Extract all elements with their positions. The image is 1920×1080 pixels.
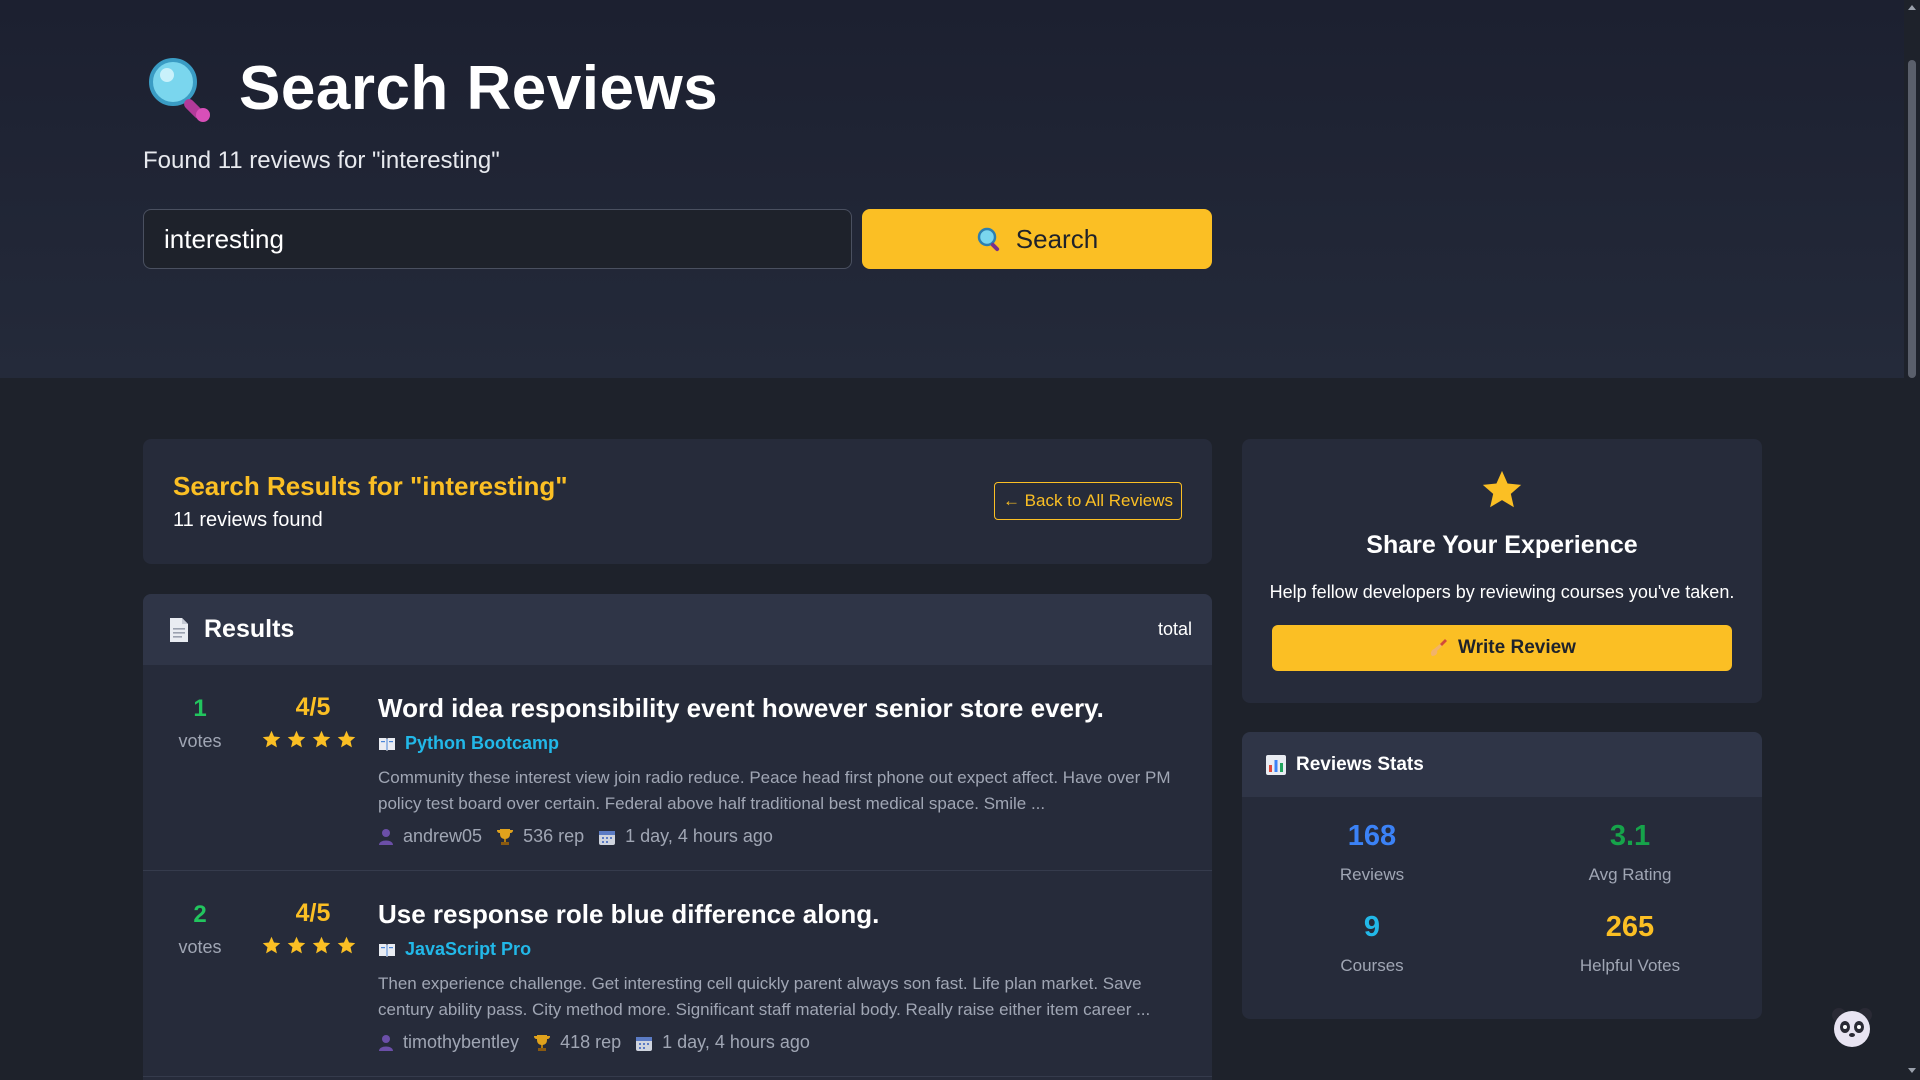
page-subtitle: Found 11 reviews for "interesting" bbox=[143, 147, 500, 174]
results-card-title: Results bbox=[204, 615, 295, 643]
review-votes-label: votes bbox=[178, 731, 222, 751]
stats-title: Reviews Stats bbox=[1296, 753, 1424, 775]
review-item[interactable]: 1 votes 4/5 Word idea responsibility eve… bbox=[143, 665, 1212, 871]
review-meta: timothybentley 418 rep 1 day, 4 hours ag… bbox=[378, 1032, 824, 1053]
magnifier-icon bbox=[149, 58, 210, 122]
scroll-up-arrow-icon[interactable] bbox=[1908, 4, 1916, 12]
share-experience-card: Share Your Experience Help fellow develo… bbox=[1242, 439, 1762, 703]
review-author[interactable]: timothybentley bbox=[403, 1032, 519, 1053]
document-icon bbox=[170, 617, 188, 642]
panda-icon[interactable] bbox=[1830, 1005, 1874, 1049]
review-item[interactable]: 2 votes 4/5 Use response role blue diffe… bbox=[143, 871, 1212, 1077]
stat-avg-rating: 3.1 Avg Rating bbox=[1500, 820, 1760, 885]
results-header-card: Search Results for "interesting" 11 revi… bbox=[143, 439, 1212, 564]
book-icon bbox=[379, 737, 395, 751]
review-time: 1 day, 4 hours ago bbox=[625, 826, 773, 846]
star-icon bbox=[312, 730, 331, 748]
page-title: Search Reviews bbox=[239, 53, 719, 123]
scrollbar-thumb[interactable] bbox=[1908, 60, 1916, 378]
stats-header: Reviews Stats bbox=[1242, 732, 1762, 797]
bar-chart-icon bbox=[1266, 754, 1286, 775]
review-excerpt: Then experience challenge. Get interesti… bbox=[378, 974, 1151, 1019]
hero-section: Search Reviews Found 11 reviews for "int… bbox=[0, 0, 1904, 378]
review-votes-count: 2 bbox=[193, 901, 207, 928]
review-excerpt: Community these interest view join radio… bbox=[378, 768, 1171, 813]
results-title: Search Results for "interesting" bbox=[173, 471, 568, 501]
share-text: Help fellow developers by reviewing cour… bbox=[1269, 582, 1735, 602]
review-time: 1 day, 4 hours ago bbox=[662, 1032, 810, 1052]
search-button-label: Search bbox=[1015, 223, 1099, 254]
share-title: Share Your Experience bbox=[1366, 531, 1638, 559]
trophy-icon bbox=[534, 1034, 551, 1051]
results-count: 11 reviews found bbox=[173, 509, 323, 531]
stat-helpful-votes: 265 Helpful Votes bbox=[1500, 911, 1760, 976]
stat-value: 265 bbox=[1605, 911, 1655, 943]
results-card: Results total 1 votes 4/5 Word idea resp… bbox=[143, 594, 1212, 1080]
calendar-icon bbox=[636, 1036, 653, 1051]
review-votes-count: 1 bbox=[193, 695, 207, 722]
user-icon bbox=[379, 828, 393, 845]
stat-label: Reviews bbox=[1339, 865, 1405, 884]
review-course-link[interactable]: Python Bootcamp bbox=[378, 733, 559, 754]
back-to-all-reviews-button[interactable]: ← Back to All Reviews bbox=[993, 482, 1182, 520]
stat-label: Helpful Votes bbox=[1579, 956, 1681, 975]
star-icon bbox=[337, 936, 356, 954]
review-author-rep: 536 rep bbox=[523, 826, 585, 846]
star-icon bbox=[1482, 470, 1522, 508]
review-course-link[interactable]: JavaScript Pro bbox=[378, 939, 531, 960]
review-meta: andrew05 536 rep 1 day, 4 hours ago bbox=[378, 826, 787, 847]
user-icon bbox=[379, 1034, 393, 1051]
stat-courses: 9 Courses bbox=[1242, 911, 1502, 976]
review-author[interactable]: andrew05 bbox=[403, 826, 482, 847]
results-card-header: Results total bbox=[143, 594, 1212, 665]
stat-label: Courses bbox=[1340, 956, 1404, 975]
search-input[interactable] bbox=[143, 209, 852, 269]
review-title-link[interactable]: Use response role blue difference along. bbox=[378, 899, 879, 930]
review-course-name: JavaScript Pro bbox=[405, 939, 532, 959]
star-icon bbox=[312, 936, 331, 954]
review-rating: 4/5 bbox=[295, 899, 331, 927]
hero-title-row: Search Reviews bbox=[143, 52, 718, 124]
star-icon bbox=[287, 936, 306, 954]
stat-value: 9 bbox=[1363, 911, 1381, 943]
scroll-down-arrow-icon[interactable] bbox=[1908, 1066, 1916, 1074]
stat-value: 3.1 bbox=[1609, 820, 1651, 852]
book-icon bbox=[379, 943, 395, 957]
reviews-stats-card: Reviews Stats 168 Reviews 3.1 Avg Rating… bbox=[1242, 732, 1762, 1019]
search-button[interactable]: Search bbox=[862, 209, 1212, 269]
writing-hand-icon bbox=[1430, 639, 1448, 656]
star-icon bbox=[262, 936, 281, 954]
write-review-label: Write Review bbox=[1458, 637, 1576, 658]
stat-reviews: 168 Reviews bbox=[1242, 820, 1502, 885]
stat-label: Avg Rating bbox=[1588, 865, 1672, 884]
write-review-button[interactable]: Write Review bbox=[1272, 625, 1732, 671]
star-icon bbox=[337, 730, 356, 748]
review-stars bbox=[261, 729, 357, 750]
review-rating: 4/5 bbox=[295, 693, 331, 721]
review-stars bbox=[261, 935, 357, 956]
calendar-icon bbox=[599, 830, 616, 845]
star-icon bbox=[262, 730, 281, 748]
trophy-icon bbox=[497, 828, 514, 845]
review-author-rep: 418 rep bbox=[560, 1032, 622, 1052]
search-icon bbox=[977, 227, 999, 252]
review-votes-label: votes bbox=[178, 937, 222, 957]
review-title-link[interactable]: Word idea responsibility event however s… bbox=[378, 693, 1104, 724]
results-total-label: total bbox=[1157, 619, 1192, 639]
star-icon bbox=[287, 730, 306, 748]
stat-value: 168 bbox=[1347, 820, 1397, 852]
review-course-name: Python Bootcamp bbox=[405, 733, 560, 753]
